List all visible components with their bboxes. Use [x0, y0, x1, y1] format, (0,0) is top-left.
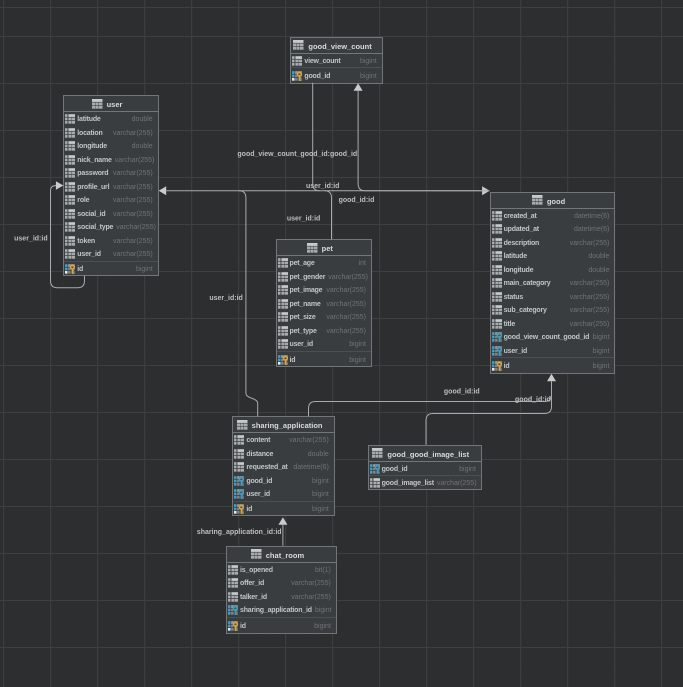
svg-text:user_id:id: user_id:id: [287, 215, 320, 222]
svg-text:good_id:id: good_id:id: [444, 389, 480, 396]
svg-text:good_view_count_good_id:good_i: good_view_count_good_id:good_id: [237, 151, 357, 158]
svg-text:user_id:id: user_id:id: [306, 183, 339, 190]
svg-text:good_id:id: good_id:id: [515, 396, 551, 403]
svg-text:user_id:id: user_id:id: [209, 295, 242, 302]
svg-text:good_id:id: good_id:id: [339, 197, 375, 204]
svg-text:user_id:id: user_id:id: [14, 235, 47, 242]
svg-text:sharing_application_id:id: sharing_application_id:id: [197, 529, 282, 536]
